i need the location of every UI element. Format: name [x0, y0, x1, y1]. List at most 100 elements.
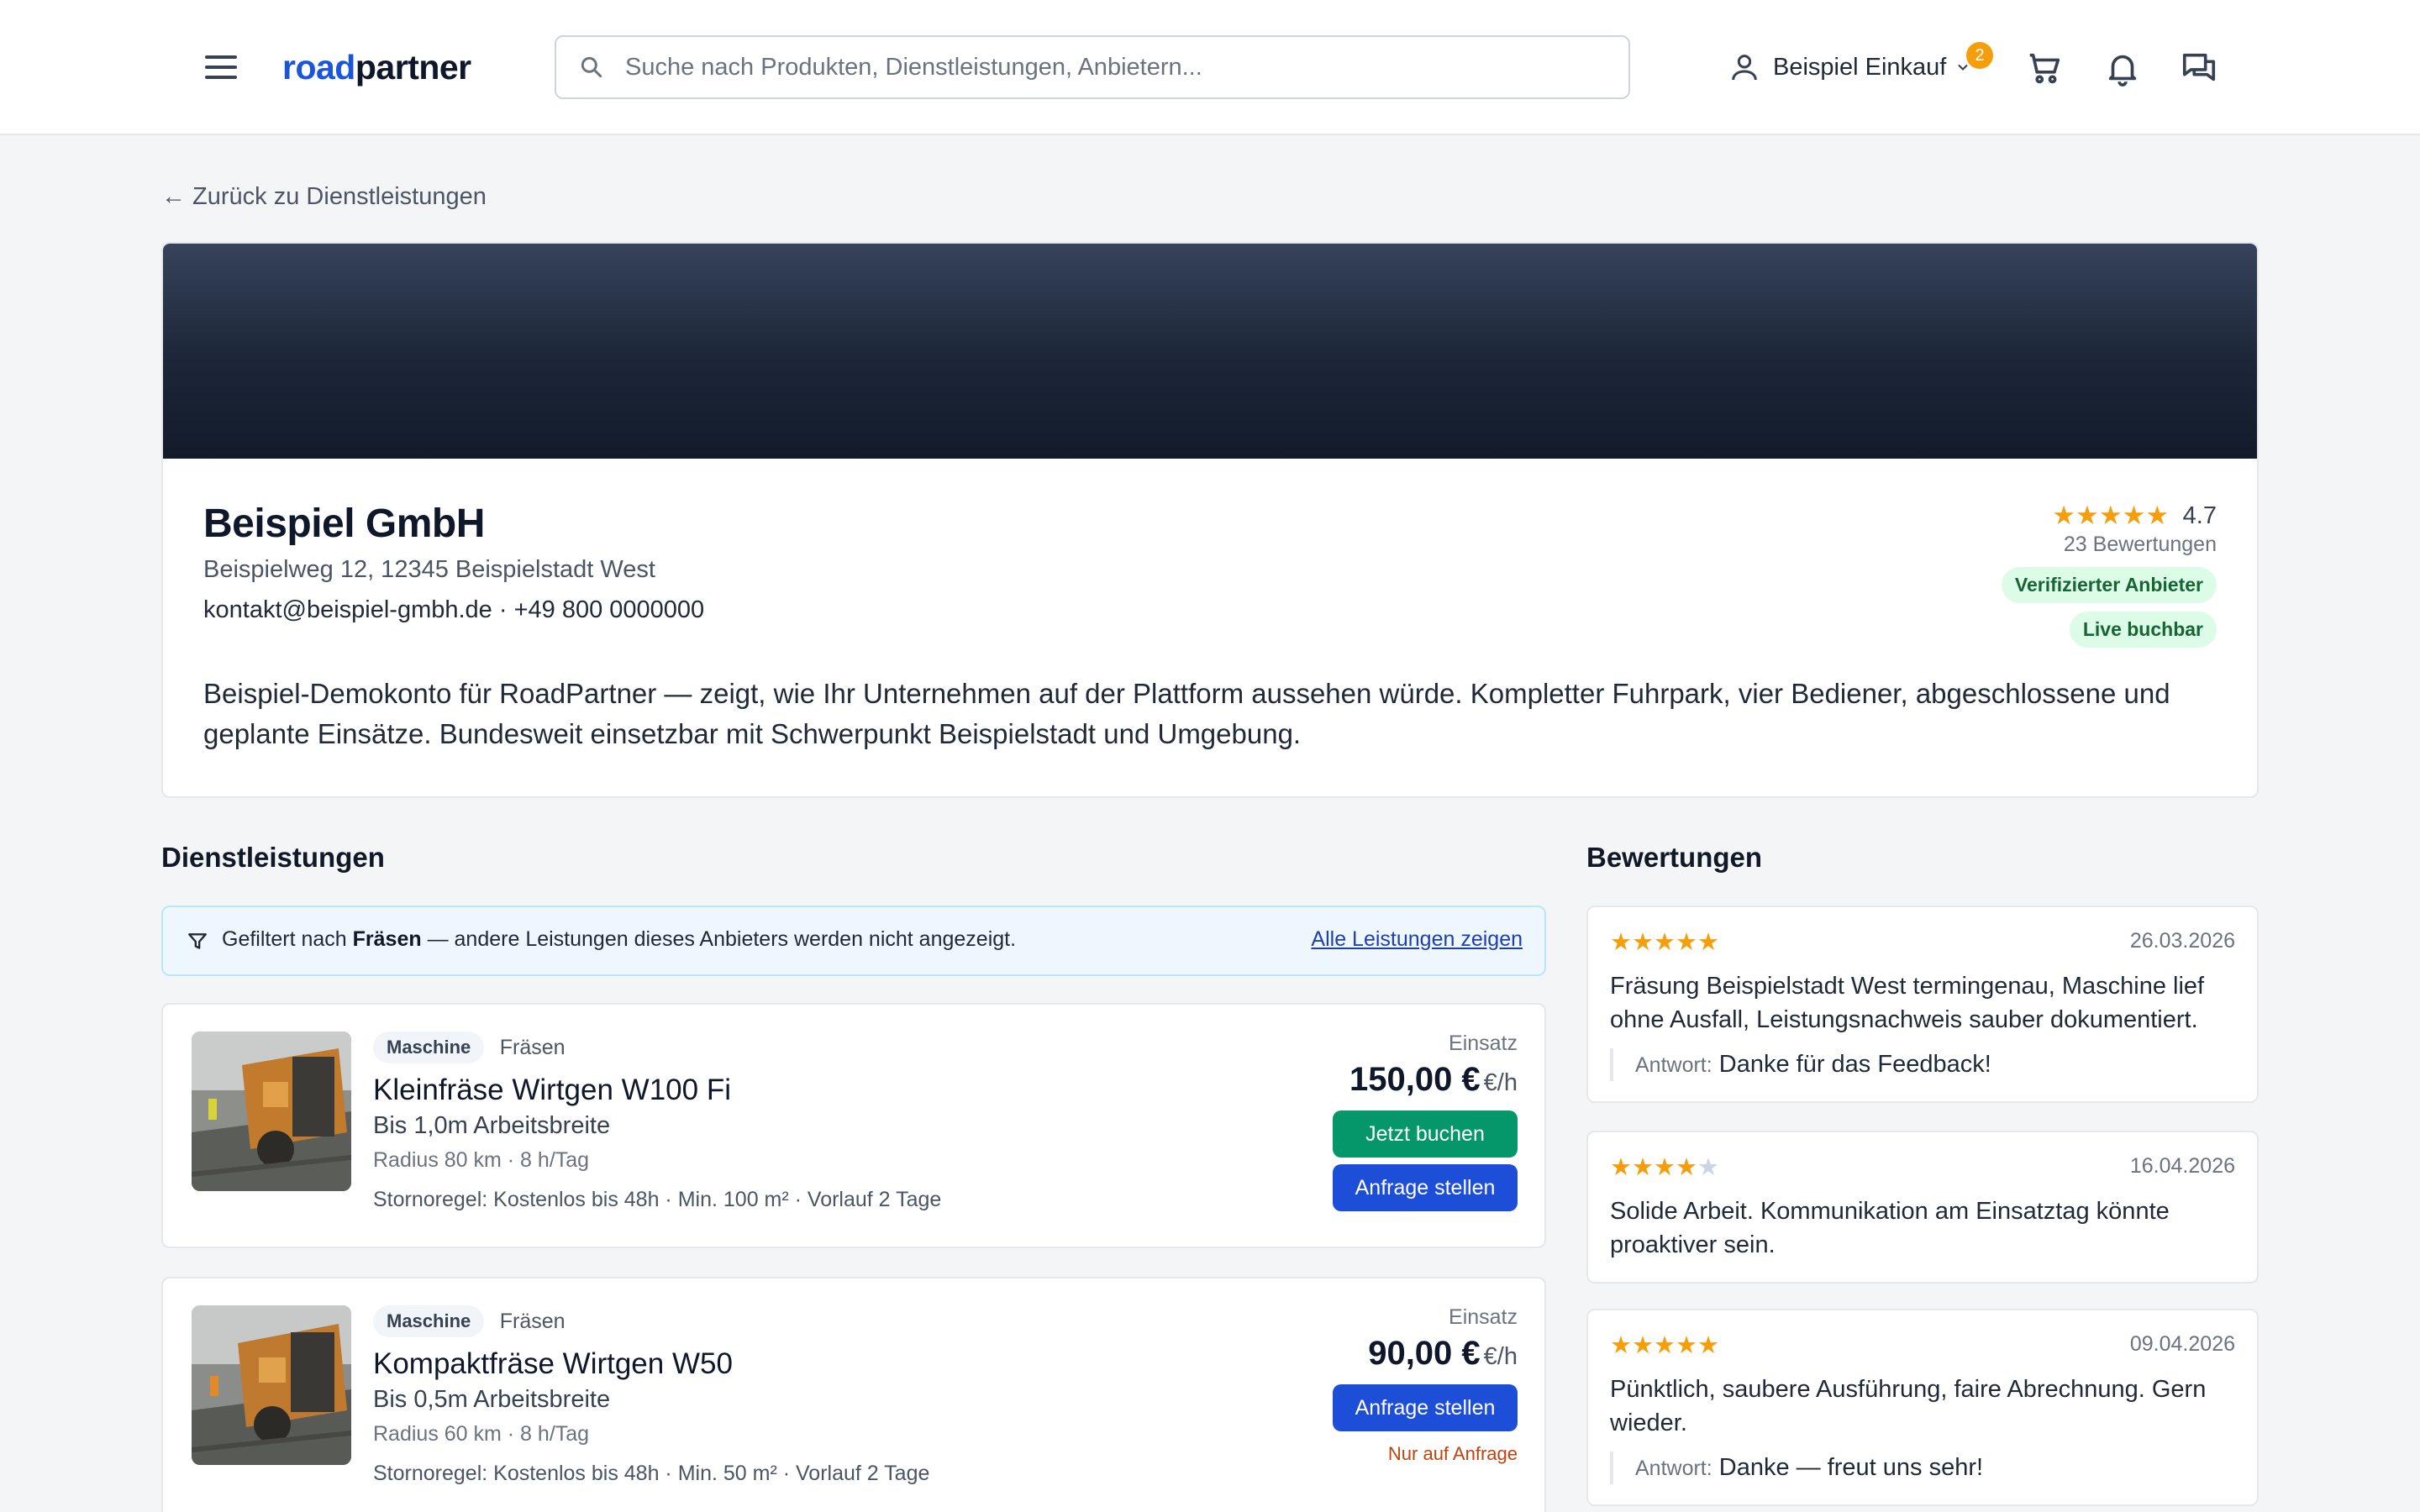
profile-banner [163, 244, 2257, 459]
star-icon: ★ [1654, 929, 1676, 956]
review-stars: ★★★★★ [1610, 1332, 1719, 1359]
user-name: Beispiel Einkauf [1773, 53, 1947, 81]
book-now-button[interactable]: Jetzt buchen [1333, 1110, 1518, 1158]
live-bookable-badge: Live buchbar [2069, 612, 2217, 648]
show-all-services-link[interactable]: Alle Leistungen zeigen [1311, 927, 1523, 952]
filter-notice: Gefiltert nach Fräsen — andere Leistunge… [161, 906, 1546, 976]
price-unit: €/h [1483, 1343, 1518, 1370]
provider-description: Beispiel-Demokonto für RoadPartner — zei… [203, 678, 2170, 749]
service-meta: Radius 60 km · 8 h/Tag [373, 1422, 590, 1446]
back-link[interactable]: ← Zurück zu Dienstleistungen [161, 183, 487, 211]
services-section-title: Dienstleistungen [161, 842, 385, 873]
service-info: Maschine Fräsen Kompaktfräse Wirtgen W50… [373, 1305, 1213, 1486]
star-icon: ★ [2122, 501, 2146, 530]
service-category: Fräsen [499, 1035, 566, 1059]
service-type-tag: Maschine [373, 1305, 485, 1337]
search-icon [581, 56, 602, 78]
user-menu[interactable]: Beispiel Einkauf [1728, 44, 1971, 91]
filter-icon [188, 933, 207, 949]
bell-icon[interactable] [2103, 49, 2142, 87]
reviews-count: 23 Bewertungen [2063, 533, 2217, 556]
rating-value: 4.7 [2182, 501, 2217, 529]
chat-icon[interactable] [2180, 49, 2218, 87]
star-icon: ★ [2052, 501, 2076, 530]
star-icon: ★ [1654, 1332, 1676, 1359]
reply-text: Danke — freut uns sehr! [1718, 1454, 1984, 1481]
logo-part-road: road [282, 48, 355, 87]
review-reply: Antwort: Danke für das Feedback! [1610, 1048, 2235, 1081]
price-unit: €/h [1483, 1069, 1518, 1096]
review-text: Fräsung Beispielstadt West termingenau, … [1610, 973, 2205, 1033]
star-icon: ★ [1676, 1154, 1697, 1181]
review-date: 16.04.2026 [2129, 1154, 2235, 1178]
review-reply: Antwort: Danke — freut uns sehr! [1610, 1452, 2235, 1484]
top-header: roadpartner Beispiel Einkauf 2 [0, 0, 2420, 135]
provider-name: Beispiel GmbH [203, 501, 485, 546]
service-meta: Radius 80 km · 8 h/Tag [373, 1148, 590, 1172]
filter-suffix: — andere Leistungen dieses Anbieters wer… [427, 927, 1017, 951]
review-stars: ★★★★★ [1610, 1154, 1719, 1181]
logo[interactable]: roadpartner [282, 45, 471, 89]
service-card: Maschine Fräsen Kleinfräse Wirtgen W100 … [161, 1003, 1546, 1248]
filter-value: Fräsen [352, 927, 422, 951]
filter-prefix: Gefiltert nach [222, 927, 347, 951]
service-info: Maschine Fräsen Kleinfräse Wirtgen W100 … [373, 1032, 1213, 1212]
star-icon: ★ [1697, 1332, 1719, 1359]
provider-rating: ★★★★★ 4.7 23 Bewertungen Verifizierter A… [2001, 501, 2217, 648]
service-image [192, 1032, 351, 1191]
star-icon: ★ [2145, 501, 2170, 530]
review-date: 09.04.2026 [2129, 1332, 2235, 1356]
price-value: 90,00 € [1368, 1335, 1481, 1372]
service-name[interactable]: Kleinfräse Wirtgen W100 Fi [373, 1074, 1213, 1107]
service-name[interactable]: Kompaktfräse Wirtgen W50 [373, 1347, 1213, 1381]
search-box [555, 35, 1630, 99]
star-empty-icon: ★ [1697, 1154, 1719, 1181]
provider-contact: kontakt@beispiel-gmbh.de · +49 800 00000… [203, 596, 705, 623]
star-icon: ★ [1654, 1154, 1676, 1181]
star-icon: ★ [2075, 501, 2099, 530]
cart-icon[interactable] [2025, 49, 2064, 87]
star-icon: ★ [1632, 929, 1654, 956]
menu-icon[interactable] [203, 52, 239, 82]
star-icon: ★ [1632, 1332, 1654, 1359]
provider-profile-card: Beispiel GmbH Beispielweg 12, 12345 Beis… [161, 242, 2259, 798]
price-label: Einsatz [1449, 1032, 1518, 1055]
price-value: 150,00 € [1349, 1061, 1481, 1098]
star-icon: ★ [1610, 1154, 1632, 1181]
on-request-note: Nur auf Anfrage [1387, 1443, 1518, 1464]
service-pricing: Einsatz 150,00 € €/h Jetzt buchen Anfrage… [1333, 1032, 1518, 1211]
reply-label: Antwort: [1635, 1457, 1712, 1480]
star-icon: ★ [1632, 1154, 1654, 1181]
logo-part-partner: partner [355, 48, 471, 87]
review-text: Pünktlich, saubere Ausführung, faire Abr… [1610, 1376, 2207, 1436]
star-icon: ★ [1676, 1332, 1697, 1359]
reviews-section-title: Bewertungen [1586, 842, 1763, 873]
star-icon: ★ [1697, 929, 1719, 956]
verified-badge: Verifizierter Anbieter [2001, 567, 2217, 603]
review-card: ★★★★★ 26.03.2026 Fräsung Beispielstadt W… [1586, 906, 2259, 1103]
notification-count-badge: 2 [1966, 42, 1993, 69]
review-date: 26.03.2026 [2129, 929, 2235, 953]
review-card: ★★★★★ 16.04.2026 Solide Arbeit. Kommunik… [1586, 1131, 2259, 1284]
reply-label: Antwort: [1635, 1053, 1712, 1077]
service-subtitle: Bis 0,5m Arbeitsbreite [373, 1386, 611, 1413]
star-icon: ★ [2098, 501, 2123, 530]
review-text: Solide Arbeit. Kommunikation am Einsatzt… [1610, 1198, 2170, 1258]
price-label: Einsatz [1449, 1305, 1518, 1329]
request-button[interactable]: Anfrage stellen [1333, 1164, 1518, 1211]
service-subtitle: Bis 1,0m Arbeitsbreite [373, 1112, 611, 1139]
service-type-tag: Maschine [373, 1032, 485, 1063]
service-image [192, 1305, 351, 1465]
search-input[interactable] [625, 37, 1617, 97]
review-stars: ★★★★★ [1610, 929, 1719, 956]
service-price: 90,00 € €/h [1333, 1335, 1518, 1373]
service-category: Fräsen [499, 1309, 566, 1333]
request-button[interactable]: Anfrage stellen [1333, 1384, 1518, 1431]
rating-stars: ★★★★★ [2052, 501, 2169, 531]
service-pricing: Einsatz 90,00 € €/h Anfrage stellen Nur a… [1333, 1305, 1518, 1465]
filter-text: Gefiltert nach Fräsen — andere Leistunge… [222, 927, 1016, 952]
reply-text: Danke für das Feedback! [1718, 1051, 1991, 1078]
service-cancellation-policy: Stornoregel: Kostenlos bis 48h · Min. 50… [373, 1462, 930, 1485]
service-card: Maschine Fräsen Kompaktfräse Wirtgen W50… [161, 1277, 1546, 1512]
review-card: ★★★★★ 09.04.2026 Pünktlich, saubere Ausf… [1586, 1309, 2259, 1506]
